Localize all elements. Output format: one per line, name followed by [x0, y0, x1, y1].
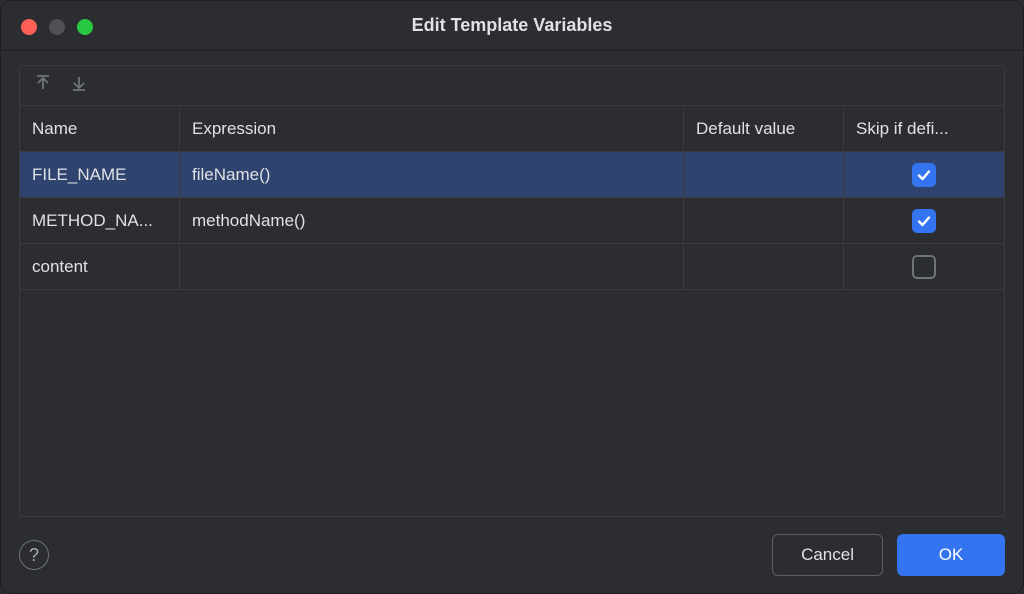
help-icon: ?: [29, 545, 39, 566]
minimize-window-button[interactable]: [49, 19, 65, 35]
cell-default-value[interactable]: [684, 152, 844, 198]
cancel-button[interactable]: Cancel: [772, 534, 883, 576]
cell-skip[interactable]: [844, 152, 1004, 198]
cell-default-value[interactable]: [684, 244, 844, 290]
table-row[interactable]: FILE_NAMEfileName(): [20, 152, 1004, 198]
skip-checkbox[interactable]: [912, 255, 936, 279]
table-header-row: Name Expression Default value Skip if de…: [20, 106, 1004, 152]
cell-name[interactable]: FILE_NAME: [20, 152, 180, 198]
window-controls: [21, 19, 93, 35]
variables-table: Name Expression Default value Skip if de…: [20, 106, 1004, 516]
table-row[interactable]: content: [20, 244, 1004, 290]
ok-button[interactable]: OK: [897, 534, 1005, 576]
titlebar: Edit Template Variables: [1, 1, 1023, 51]
move-down-icon[interactable]: [70, 74, 88, 97]
cell-expression[interactable]: [180, 244, 684, 290]
zoom-window-button[interactable]: [77, 19, 93, 35]
cell-expression[interactable]: methodName(): [180, 198, 684, 244]
cell-skip[interactable]: [844, 244, 1004, 290]
column-header-skip[interactable]: Skip if defi...: [844, 106, 1004, 152]
help-button[interactable]: ?: [19, 540, 49, 570]
close-window-button[interactable]: [21, 19, 37, 35]
cell-skip[interactable]: [844, 198, 1004, 244]
move-up-icon[interactable]: [34, 74, 52, 97]
table-toolbar: [20, 66, 1004, 106]
skip-checkbox[interactable]: [912, 163, 936, 187]
table-empty-area: [20, 290, 1004, 516]
dialog-window: Edit Template Variables Name E: [0, 0, 1024, 594]
column-header-name[interactable]: Name: [20, 106, 180, 152]
table-row[interactable]: METHOD_NA...methodName(): [20, 198, 1004, 244]
cell-name[interactable]: METHOD_NA...: [20, 198, 180, 244]
check-icon: [916, 213, 932, 229]
dialog-footer: ? Cancel OK: [1, 517, 1023, 593]
cell-name[interactable]: content: [20, 244, 180, 290]
skip-checkbox[interactable]: [912, 209, 936, 233]
column-header-default-value[interactable]: Default value: [684, 106, 844, 152]
cell-default-value[interactable]: [684, 198, 844, 244]
column-header-expression[interactable]: Expression: [180, 106, 684, 152]
dialog-content: Name Expression Default value Skip if de…: [1, 51, 1023, 517]
cell-expression[interactable]: fileName(): [180, 152, 684, 198]
dialog-title: Edit Template Variables: [1, 15, 1023, 36]
table-container: Name Expression Default value Skip if de…: [19, 65, 1005, 517]
check-icon: [916, 167, 932, 183]
